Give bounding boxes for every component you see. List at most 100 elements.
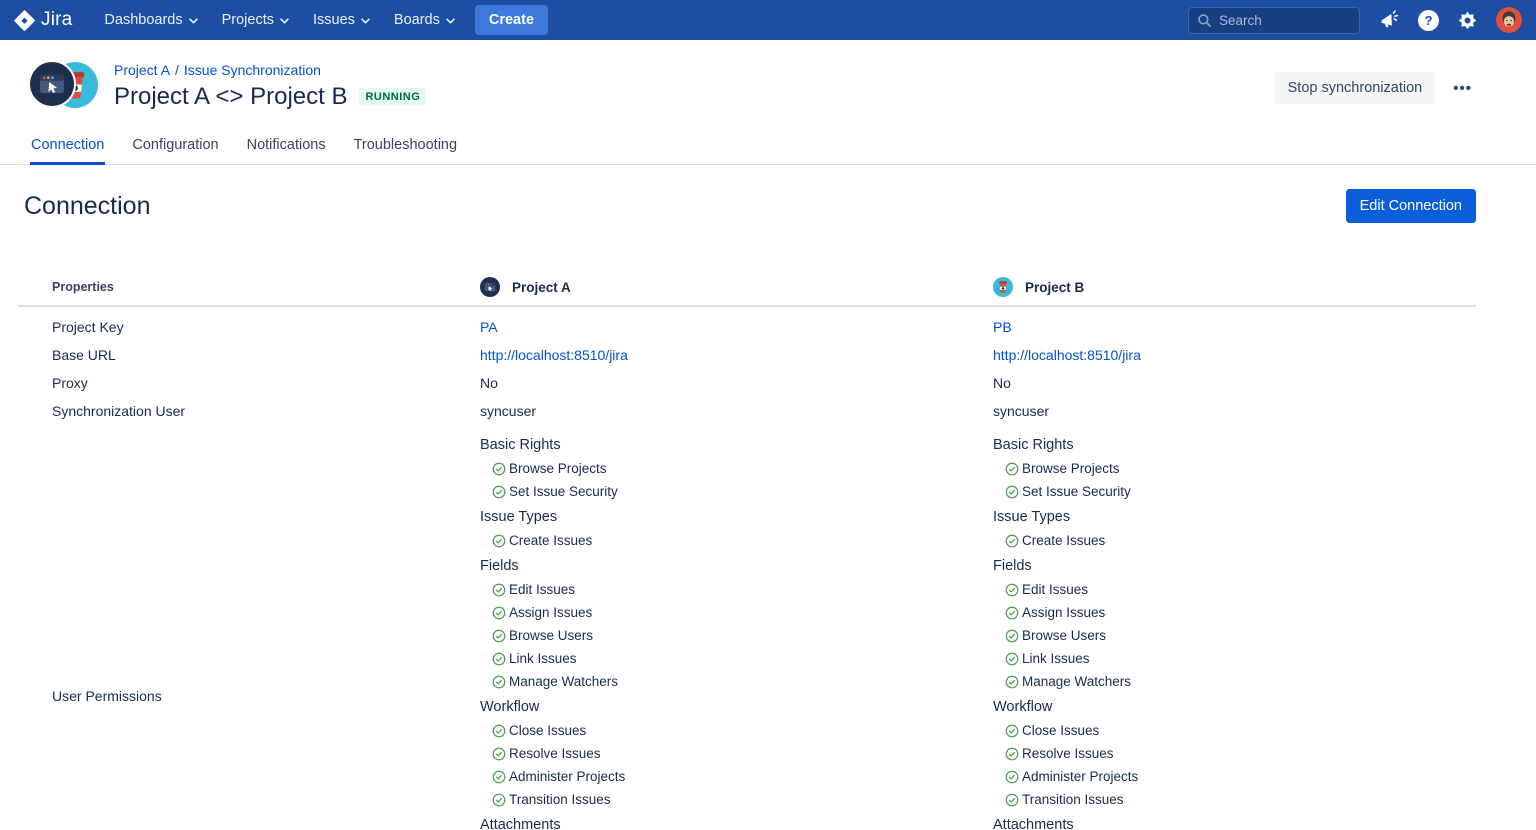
search-icon	[1197, 13, 1212, 28]
check-circle-icon	[1005, 606, 1019, 620]
status-badge: RUNNING	[359, 88, 426, 106]
chevron-down-icon	[446, 18, 455, 24]
header-actions: Stop synchronization •••	[1275, 60, 1476, 111]
page-header: Project A/Issue Synchronization Project …	[28, 60, 1476, 111]
permission-item: Administer Projects	[480, 765, 993, 788]
tab-connection[interactable]: Connection	[30, 131, 105, 165]
property-value-b[interactable]: http://localhost:8510/jira	[993, 347, 1476, 363]
tab-troubleshooting[interactable]: Troubleshooting	[353, 131, 458, 165]
jira-logo[interactable]: Jira	[14, 9, 72, 31]
permission-item-label: Assign Issues	[509, 605, 592, 620]
property-value-b: syncuser	[993, 403, 1476, 419]
brand-name: Jira	[41, 9, 72, 31]
permission-item: Assign Issues	[480, 601, 993, 624]
property-label: Synchronization User	[18, 403, 480, 419]
nav-menu: DashboardsProjects Issues Boards	[94, 5, 464, 35]
permission-item-label: Transition Issues	[509, 792, 611, 807]
property-value-a[interactable]: PA	[480, 319, 993, 335]
megaphone-icon	[1378, 9, 1400, 31]
permission-group-heading: Fields	[480, 555, 993, 578]
permission-group-heading: Workflow	[480, 696, 993, 719]
nav-item-label: Boards	[394, 12, 440, 28]
permission-item-label: Link Issues	[1022, 651, 1090, 666]
permission-item-label: Manage Watchers	[1022, 674, 1131, 689]
create-button[interactable]: Create	[475, 5, 548, 35]
permission-item: Browse Projects	[993, 457, 1476, 480]
top-navbar: Jira DashboardsProjects Issues Boards Crea…	[0, 0, 1536, 40]
property-value-a: No	[480, 375, 993, 391]
settings-button[interactable]	[1457, 10, 1478, 31]
permission-item: Edit Issues	[480, 578, 993, 601]
property-value-b: No	[993, 375, 1476, 391]
permission-item: Transition Issues	[480, 788, 993, 811]
check-circle-icon	[492, 583, 506, 597]
permission-item: Create Issues	[480, 529, 993, 552]
property-label: Proxy	[18, 375, 480, 391]
table-rows: Project KeyPAPBBase URLhttp://localhost:…	[18, 307, 1476, 425]
table-row: Project KeyPAPB	[18, 313, 1476, 341]
connection-table: Properties Project A Project B Project K…	[18, 269, 1476, 830]
jira-logo-icon	[14, 10, 35, 31]
permission-group-heading: Basic Rights	[993, 434, 1476, 457]
permission-item: Resolve Issues	[480, 742, 993, 765]
breadcrumb-link-project[interactable]: Project A	[114, 62, 170, 78]
column-header-project-b: Project B	[993, 277, 1476, 297]
permission-item: Transition Issues	[993, 788, 1476, 811]
property-value-a[interactable]: http://localhost:8510/jira	[480, 347, 993, 363]
stop-synchronization-button[interactable]: Stop synchronization	[1275, 72, 1436, 104]
permission-item-label: Close Issues	[1022, 723, 1099, 738]
permission-item-label: Manage Watchers	[509, 674, 618, 689]
chevron-down-icon	[280, 18, 289, 24]
user-profile-button[interactable]	[1496, 7, 1522, 33]
property-value-b[interactable]: PB	[993, 319, 1476, 335]
search-input[interactable]	[1219, 13, 1339, 28]
help-button[interactable]: ?	[1418, 10, 1439, 31]
permissions-project-b: Basic Rights Browse Projects Set Issue Sec…	[993, 425, 1476, 830]
permission-item: Browse Users	[480, 624, 993, 647]
nav-item-projects[interactable]: Projects	[212, 5, 299, 35]
permission-item-label: Link Issues	[509, 651, 577, 666]
permission-item: Administer Projects	[993, 765, 1476, 788]
edit-connection-button[interactable]: Edit Connection	[1346, 189, 1476, 223]
tab-notifications[interactable]: Notifications	[246, 131, 327, 165]
tab-configuration[interactable]: Configuration	[131, 131, 219, 165]
breadcrumb-separator: /	[175, 62, 179, 78]
permission-item-label: Resolve Issues	[509, 746, 601, 761]
project-a-small-avatar	[480, 277, 500, 297]
column-label: Project A	[512, 280, 571, 295]
permission-item-label: Browse Users	[1022, 628, 1106, 643]
permission-item: Link Issues	[480, 647, 993, 670]
property-value-a: syncuser	[480, 403, 993, 419]
breadcrumb-link-sync[interactable]: Issue Synchronization	[184, 62, 321, 78]
permission-item-label: Browse Projects	[1022, 461, 1120, 476]
check-circle-icon	[1005, 770, 1019, 784]
more-actions-button[interactable]: •••	[1449, 72, 1476, 105]
permission-item: Manage Watchers	[993, 670, 1476, 693]
check-circle-icon	[1005, 793, 1019, 807]
permission-item-label: Edit Issues	[1022, 582, 1088, 597]
nav-item-boards[interactable]: Boards	[384, 5, 465, 35]
connection-section-head: Connection Edit Connection	[24, 189, 1476, 223]
permission-group-heading: Workflow	[993, 696, 1476, 719]
check-circle-icon	[492, 793, 506, 807]
browser-window-avatar-icon	[30, 62, 74, 106]
nav-item-label: Issues	[313, 12, 355, 28]
tabs: Connection Configuration Notifications Trou…	[30, 131, 1536, 164]
announcements-button[interactable]	[1378, 9, 1400, 31]
check-circle-icon	[1005, 652, 1019, 666]
navbar-right: ?	[1188, 7, 1522, 34]
search-box[interactable]	[1188, 7, 1360, 34]
table-row: Base URLhttp://localhost:8510/jirahttp:/…	[18, 341, 1476, 369]
permission-item: Resolve Issues	[993, 742, 1476, 765]
check-circle-icon	[492, 534, 506, 548]
check-circle-icon	[492, 724, 506, 738]
column-label: Project B	[1025, 280, 1084, 295]
permission-item-label: Set Issue Security	[1022, 484, 1131, 499]
nav-item-issues[interactable]: Issues	[303, 5, 380, 35]
connection-avatars	[28, 60, 98, 110]
check-circle-icon	[1005, 583, 1019, 597]
permission-item-label: Set Issue Security	[509, 484, 618, 499]
permission-item: Close Issues	[993, 719, 1476, 742]
nav-item-dashboards[interactable]: Dashboards	[94, 5, 207, 35]
properties-header: Properties	[18, 280, 480, 294]
